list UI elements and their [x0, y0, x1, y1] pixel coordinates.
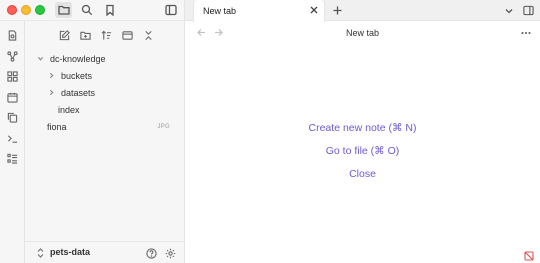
graph-icon: [7, 51, 18, 62]
file-extension-badge: JPG: [157, 123, 170, 130]
tree-folder-label: dc-knowledge: [50, 53, 106, 64]
window-close-button[interactable]: [7, 5, 17, 15]
ribbon-templates[interactable]: [5, 110, 20, 125]
tree-folder-root[interactable]: dc-knowledge: [36, 51, 106, 66]
file-explorer: dc-knowledge buckets datasets index fion…: [25, 21, 185, 263]
search-icon: [81, 4, 92, 16]
new-note-button[interactable]: [56, 28, 72, 42]
go-to-file-link[interactable]: Go to file (⌘ O): [185, 145, 540, 157]
chevron-right-icon: [47, 72, 55, 80]
sidebar-right-icon: [523, 5, 534, 16]
window-maximize-button[interactable]: [35, 5, 45, 15]
vault-switcher-button[interactable]: [36, 247, 44, 259]
view-header: New tab: [185, 21, 540, 45]
tab-title: New tab: [203, 6, 237, 16]
tree-file-index[interactable]: index: [58, 102, 80, 117]
chevron-right-icon: [47, 89, 55, 97]
ribbon: [0, 21, 25, 263]
terminal-icon: [7, 135, 18, 143]
copy-icon: [7, 112, 18, 123]
sidebar-toggle-icon: [164, 4, 177, 16]
tab-list-button[interactable]: [503, 5, 514, 16]
tree-folder-label: datasets: [61, 87, 96, 98]
file-explorer-actions: [56, 28, 156, 42]
sort-icon: [101, 30, 111, 40]
window-icon: [121, 30, 133, 40]
collapse-sidebar-button[interactable]: [162, 2, 179, 18]
collapse-all-button[interactable]: [140, 28, 156, 42]
grid-icon: [7, 71, 18, 82]
create-new-note-link[interactable]: Create new note (⌘ N): [185, 122, 540, 134]
folder-icon: [57, 5, 70, 15]
files-tab-button[interactable]: [55, 2, 72, 18]
tree-file-label: index: [58, 104, 80, 115]
sort-button[interactable]: [98, 28, 114, 42]
vault-name[interactable]: pets-data: [50, 247, 90, 257]
help-icon: [145, 247, 157, 259]
help-button[interactable]: [145, 247, 157, 259]
tree-folder-datasets[interactable]: datasets: [47, 85, 95, 100]
bookmarks-tab-button[interactable]: [101, 2, 118, 18]
chevron-down-icon: [36, 55, 44, 63]
more-horizontal-icon: [521, 31, 531, 34]
tab-bar: New tab: [185, 0, 540, 22]
toggle-right-sidebar-button[interactable]: [522, 4, 535, 17]
window-minimize-button[interactable]: [21, 5, 31, 15]
ribbon-daily-note[interactable]: [5, 90, 20, 105]
new-tab-button[interactable]: [331, 4, 343, 16]
more-options-button[interactable]: [520, 27, 532, 38]
tree-folder-buckets[interactable]: buckets: [47, 68, 92, 83]
folder-plus-icon: [79, 31, 91, 40]
file-search-icon: [8, 30, 17, 41]
chevron-up-down-icon: [37, 248, 43, 258]
tab-close-button[interactable]: [309, 5, 319, 15]
ribbon-command-palette[interactable]: [5, 131, 20, 146]
collapse-icon: [144, 30, 152, 40]
plus-icon: [333, 6, 341, 14]
chevron-down-icon: [505, 8, 512, 13]
sync-status-icon[interactable]: [523, 250, 534, 261]
calendar-icon: [7, 92, 18, 103]
vault-bar: pets-data: [25, 241, 185, 263]
sidebar-titlebar: [0, 0, 185, 21]
close-link[interactable]: Close: [185, 168, 540, 180]
new-folder-button[interactable]: [77, 28, 93, 42]
tab-new-tab[interactable]: New tab: [193, 0, 325, 22]
ribbon-canvas[interactable]: [5, 69, 20, 84]
close-icon: [310, 6, 318, 14]
auto-reveal-button[interactable]: [119, 28, 135, 42]
view-title: New tab: [345, 28, 380, 38]
list-icon: [7, 153, 18, 164]
ribbon-outline[interactable]: [5, 151, 20, 166]
ribbon-open-quick-switcher[interactable]: [5, 28, 20, 43]
settings-button[interactable]: [164, 247, 176, 259]
tree-file-fiona[interactable]: fiona JPG: [47, 119, 185, 134]
tree-folder-label: buckets: [61, 70, 93, 81]
search-tab-button[interactable]: [78, 2, 95, 18]
gear-icon: [165, 248, 175, 258]
tree-file-label: fiona: [47, 121, 67, 132]
bookmark-icon: [105, 4, 114, 16]
ribbon-graph-view[interactable]: [5, 49, 20, 64]
edit-icon: [59, 29, 70, 40]
